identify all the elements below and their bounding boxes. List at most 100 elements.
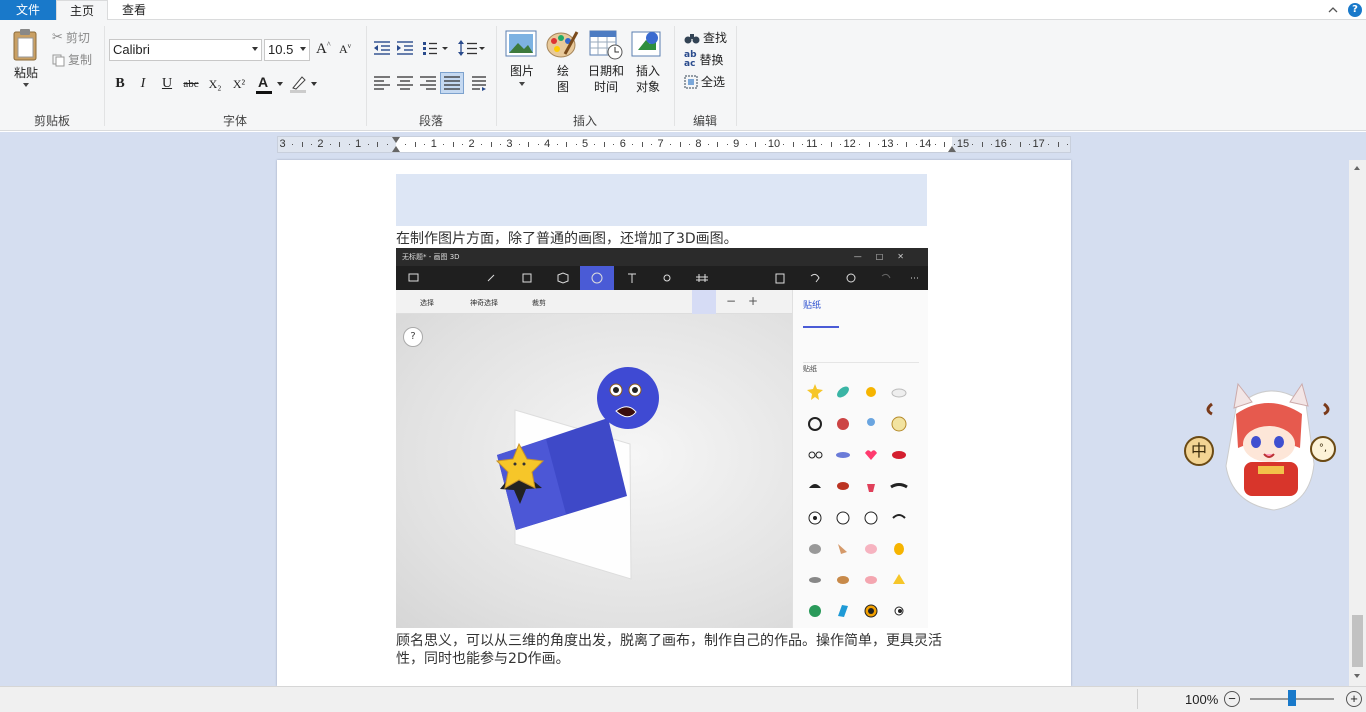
- ruler-number: 3: [506, 138, 513, 150]
- align-justify-icon[interactable]: [440, 72, 464, 94]
- tab-file[interactable]: 文件: [0, 0, 56, 20]
- strikethrough-button[interactable]: abc: [180, 73, 202, 95]
- copy-button[interactable]: 复制: [52, 50, 92, 70]
- ruler-tick: [556, 144, 558, 145]
- object-label-2: 对象: [635, 80, 660, 94]
- ruler-tick: [632, 144, 634, 145]
- bullet-list-button[interactable]: [421, 39, 451, 60]
- ruler-tick: [707, 144, 709, 145]
- underline-button[interactable]: U: [156, 73, 178, 95]
- decrease-indent-icon[interactable]: [372, 39, 392, 60]
- scroll-up-icon[interactable]: [1354, 166, 1360, 170]
- cut-button[interactable]: ✂ 剪切: [52, 28, 90, 48]
- embedded-stickers-panel: 贴纸 贴纸: [792, 290, 928, 628]
- datetime-button[interactable]: 日期和 时间: [586, 28, 626, 95]
- embedded-toolbar-icons: [408, 272, 918, 284]
- ruler-tick: [906, 142, 908, 147]
- italic-button[interactable]: I: [132, 73, 154, 95]
- ruler-tick: [717, 142, 719, 147]
- embedded-paint3d-image[interactable]: 无标题* - 画图 3D —□✕ 选择 神奇选择 裁剪 − + ? 贴纸 贴纸: [396, 248, 928, 628]
- font-color-button[interactable]: A: [256, 73, 286, 95]
- font-family-select[interactable]: Calibri: [109, 39, 262, 61]
- ruler-number: 17: [1032, 138, 1045, 150]
- grow-font-icon[interactable]: A^: [316, 40, 331, 58]
- bold-button[interactable]: B: [109, 73, 131, 95]
- paste-icon: [13, 29, 37, 61]
- select-all-button[interactable]: 全选: [684, 72, 725, 92]
- align-left-icon[interactable]: [372, 74, 392, 95]
- ruler-number: 7: [657, 138, 664, 150]
- palette-icon: [546, 31, 579, 58]
- paint-label-2: 图: [556, 80, 569, 94]
- find-button[interactable]: 查找: [684, 28, 727, 48]
- embedded-panel-tab-indicator: [803, 326, 839, 328]
- embedded-subtoolbar: 选择 神奇选择 裁剪 − +: [396, 290, 792, 314]
- group-label-paragraph: 段落: [418, 114, 443, 128]
- doc-paragraph-2-line-1[interactable]: 顾名思义，可以从三维的角度出发，脱离了画布，制作自己的作品。操作简单，更具灵活: [396, 632, 942, 650]
- scroll-down-icon[interactable]: [1354, 674, 1360, 678]
- ime-mode-button[interactable]: 中: [1184, 436, 1214, 466]
- insert-object-button[interactable]: 插入 对象: [630, 28, 666, 95]
- paint-button[interactable]: 绘 图: [545, 28, 581, 95]
- collapse-ribbon-icon[interactable]: [1326, 3, 1340, 17]
- paste-button[interactable]: 粘贴: [8, 28, 44, 100]
- align-center-icon[interactable]: [395, 74, 415, 95]
- zoom-level-text: 100%: [1185, 692, 1219, 707]
- copy-icon: [52, 54, 65, 66]
- ruler-tick: [292, 144, 294, 145]
- group-label-clipboard: 剪贴板: [33, 114, 70, 128]
- ruler-tick: [1010, 144, 1012, 145]
- subscript-button[interactable]: X₂: [204, 73, 226, 95]
- ime-mascot-widget[interactable]: 中 °,: [1178, 374, 1338, 514]
- ruler-tick: [499, 144, 501, 145]
- vertical-scrollbar[interactable]: [1349, 160, 1366, 686]
- bullets-icon: [423, 42, 448, 55]
- highlighted-block: [396, 174, 927, 226]
- highlight-color-button[interactable]: [290, 73, 320, 95]
- embedded-active-subtool: [692, 290, 716, 314]
- datetime-label-2: 时间: [593, 80, 618, 94]
- left-indent-marker[interactable]: [392, 146, 400, 152]
- ruler-tick: [566, 142, 568, 147]
- paragraph-settings-icon[interactable]: [468, 74, 488, 95]
- zoom-in-button[interactable]: +: [1346, 691, 1362, 707]
- picture-icon: [505, 30, 537, 57]
- ruler-number: 13: [881, 138, 894, 150]
- replace-label: 替换: [699, 53, 724, 67]
- doc-paragraph-2-line-2[interactable]: 性，同时也能参与2D作画。: [396, 650, 570, 668]
- ruler-number: 1: [355, 138, 362, 150]
- tab-home[interactable]: 主页: [56, 0, 108, 21]
- zoom-out-button[interactable]: −: [1224, 691, 1240, 707]
- replace-icon: ab ac: [684, 50, 697, 69]
- select-all-label: 全选: [701, 75, 726, 89]
- line-spacing-button[interactable]: [457, 39, 487, 60]
- ime-punctuation-button[interactable]: °,: [1310, 436, 1336, 462]
- replace-button[interactable]: ab ac 替换: [684, 50, 724, 70]
- datetime-label-1: 日期和: [587, 64, 624, 78]
- superscript-button[interactable]: X²: [228, 73, 250, 95]
- horizontal-ruler[interactable]: 3 2 1 1 2 3 4 5 6 7 8 9 10 11 12 13 14 15 16 17: [277, 136, 1071, 153]
- paste-dropdown-icon[interactable]: [23, 83, 29, 87]
- ruler-tick: [377, 142, 379, 147]
- zoom-slider-thumb[interactable]: [1288, 690, 1296, 706]
- ruler-tick: [329, 144, 331, 145]
- embedded-title-bar: 无标题* - 画图 3D —□✕: [396, 248, 928, 266]
- shrink-font-icon[interactable]: Av: [339, 42, 351, 57]
- tab-view[interactable]: 查看: [108, 0, 160, 20]
- help-icon[interactable]: ?: [1348, 3, 1362, 17]
- ruler-tick: [821, 144, 823, 145]
- ruler-tick: [641, 142, 643, 147]
- first-line-indent-marker[interactable]: [392, 137, 400, 143]
- align-right-icon[interactable]: [418, 74, 438, 95]
- font-size-select[interactable]: 10.5: [264, 39, 310, 61]
- doc-paragraph-1[interactable]: 在制作图片方面，除了普通的画图，还增加了3D画图。: [396, 230, 738, 248]
- ruler-tick: [991, 144, 993, 145]
- ruler-number: 16: [994, 138, 1007, 150]
- ruler-tick: [1066, 144, 1068, 145]
- right-indent-marker[interactable]: [948, 146, 956, 152]
- ruler-tick: [915, 144, 917, 145]
- scrollbar-thumb[interactable]: [1352, 615, 1363, 667]
- insert-picture-button[interactable]: 图片: [504, 28, 540, 86]
- ruler-tick: [1057, 142, 1059, 147]
- increase-indent-icon[interactable]: [395, 39, 415, 60]
